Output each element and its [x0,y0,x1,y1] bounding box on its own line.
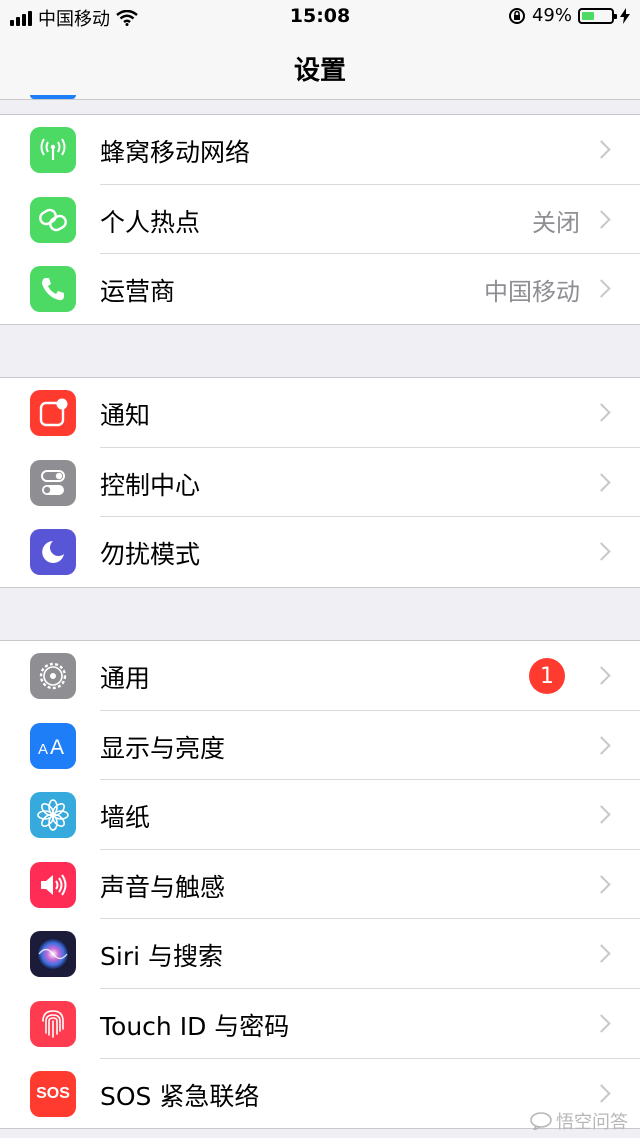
chevron-right-icon [592,875,611,894]
settings-row-cellular[interactable]: 蜂窝移动网络 [0,115,640,185]
sos-icon: SOS [30,1070,76,1117]
row-value: 中国移动 [484,278,580,307]
row-label: 控制中心 [100,470,201,500]
page-title: 设置 [293,56,346,86]
chat-bubble-icon [530,1112,552,1130]
chevron-right-icon [592,666,611,685]
chevron-right-icon [592,542,611,561]
settings-row-sounds[interactable]: 声音与触感 [0,850,640,920]
rotation-lock-icon [508,7,525,24]
scrolled-row-icon [30,95,76,99]
settings-row-control-center[interactable]: 控制中心 [0,448,640,518]
row-label: 运营商 [100,277,176,307]
settings-row-carrier[interactable]: 运营商 中国移动 [0,254,640,324]
settings-group-network: 蜂窝移动网络 个人热点 关闭 运营商 中国移动 [0,114,640,325]
row-label: 蜂窝移动网络 [100,138,251,167]
settings-group-general: 通用 1 A A 显示与亮度 墙纸 声音与触感 Siri 与搜索 Touch I… [0,640,640,1130]
text-size-icon: A A [30,722,76,769]
gear-icon [30,653,76,699]
settings-row-notifications[interactable]: 通知 [0,378,640,448]
settings-row-wallpaper[interactable]: 墙纸 [0,780,640,850]
sos-icon-text: SOS [36,1084,70,1102]
navigation-bar: 设置 [0,34,640,100]
watermark-text: 悟空问答 [556,1112,628,1133]
chevron-right-icon [592,403,611,422]
settings-row-do-not-disturb[interactable]: 勿扰模式 [0,517,640,587]
fingerprint-icon [30,1000,76,1047]
notification-badge: 1 [529,658,565,694]
svg-text:A: A [50,736,64,758]
row-label: 墙纸 [100,803,151,833]
watermark: 悟空问答 [530,1108,628,1134]
chevron-right-icon [592,140,611,159]
hotspot-link-icon [30,196,76,243]
chevron-right-icon [592,472,611,492]
settings-row-display[interactable]: A A 显示与亮度 [0,711,640,781]
chevron-right-icon [592,944,611,964]
status-right: 49% [508,5,630,26]
chevron-right-icon [592,209,611,229]
speaker-icon [30,861,76,908]
chevron-right-icon [592,1083,611,1103]
row-label: 个人热点 [100,207,201,237]
row-label: 声音与触感 [100,872,226,902]
phone-icon [30,266,76,313]
antenna-icon [30,127,76,173]
row-label: 通用 [100,664,151,693]
chevron-right-icon [592,1014,611,1033]
moon-icon [30,529,76,576]
charging-bolt-icon [620,7,630,24]
battery-icon [578,7,617,24]
row-label: Touch ID 与密码 [100,1011,290,1041]
row-value: 关闭 [532,208,580,237]
notifications-icon [30,390,76,436]
status-bar: 中国移动 15:08 49% [0,0,640,34]
row-label: 显示与亮度 [100,733,226,763]
row-label: Siri 与搜索 [100,942,223,972]
svg-text:A: A [38,741,48,758]
settings-row-hotspot[interactable]: 个人热点 关闭 [0,185,640,255]
settings-row-siri[interactable]: Siri 与搜索 [0,919,640,989]
flower-icon [30,792,76,839]
toggles-icon [30,459,76,506]
chevron-right-icon [592,735,611,755]
battery-percentage: 49% [531,5,572,26]
settings-group-notifications: 通知 控制中心 勿扰模式 [0,377,640,588]
settings-row-touch-id[interactable]: Touch ID 与密码 [0,989,640,1059]
chevron-right-icon [592,279,611,298]
chevron-right-icon [592,805,611,824]
row-label: SOS 紧急联络 [100,1081,260,1111]
settings-row-general[interactable]: 通用 1 [0,641,640,711]
siri-icon [30,931,76,978]
battery-fill [582,11,594,20]
row-label: 通知 [100,401,151,430]
row-label: 勿扰模式 [100,540,201,570]
